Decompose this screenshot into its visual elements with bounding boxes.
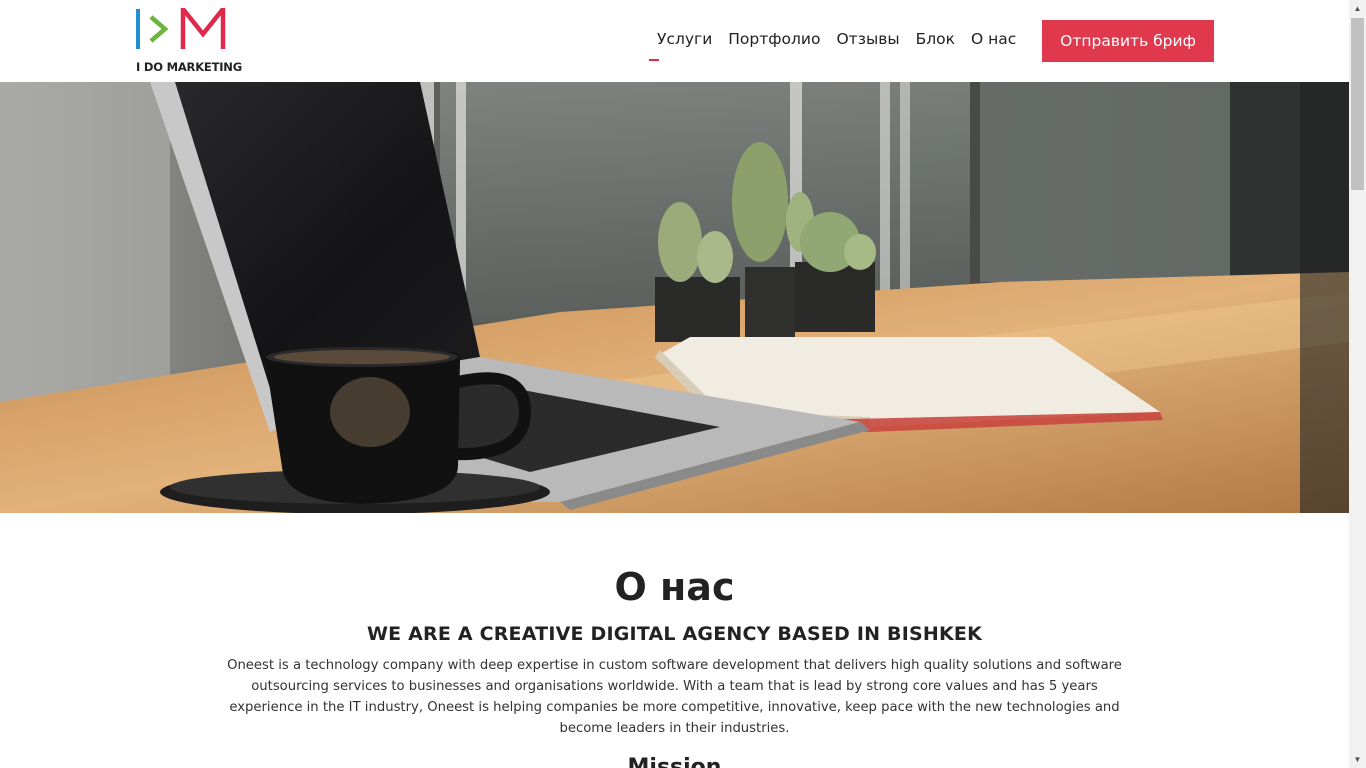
- triangle-up-icon[interactable]: ▲: [1349, 0, 1366, 17]
- scrollbar-thumb[interactable]: [1351, 18, 1364, 190]
- nav-item-blog[interactable]: Блок: [916, 30, 955, 48]
- mission-title: Mission: [627, 755, 722, 768]
- about-title: О нас: [614, 565, 735, 609]
- nav-item-portfolio[interactable]: Портфолио: [728, 30, 820, 48]
- site-header: I DO MARKETING Услуги Портфолио Отзывы Б…: [0, 0, 1349, 82]
- about-subtitle: WE ARE A CREATIVE DIGITAL AGENCY BASED I…: [366, 623, 982, 645]
- site-logo[interactable]: I DO MARKETING: [136, 8, 242, 74]
- about-section: О нас WE ARE A CREATIVE DIGITAL AGENCY B…: [0, 513, 1349, 768]
- nav-item-services[interactable]: Услуги: [649, 30, 712, 61]
- main-nav: Услуги Портфолио Отзывы Блок О нас: [649, 30, 1016, 61]
- triangle-down-icon[interactable]: ▼: [1349, 751, 1366, 768]
- hero-image: [0, 82, 1349, 513]
- send-brief-button[interactable]: Отправить бриф: [1042, 20, 1214, 62]
- logo-text: I DO MARKETING: [136, 60, 242, 74]
- nav-item-about[interactable]: О нас: [971, 30, 1016, 48]
- page-scrollbar[interactable]: ▲ ▼: [1349, 0, 1366, 768]
- about-description: Oneest is a technology company with deep…: [227, 658, 1122, 736]
- nav-item-reviews[interactable]: Отзывы: [836, 30, 899, 48]
- logo-mark-icon: [136, 8, 226, 49]
